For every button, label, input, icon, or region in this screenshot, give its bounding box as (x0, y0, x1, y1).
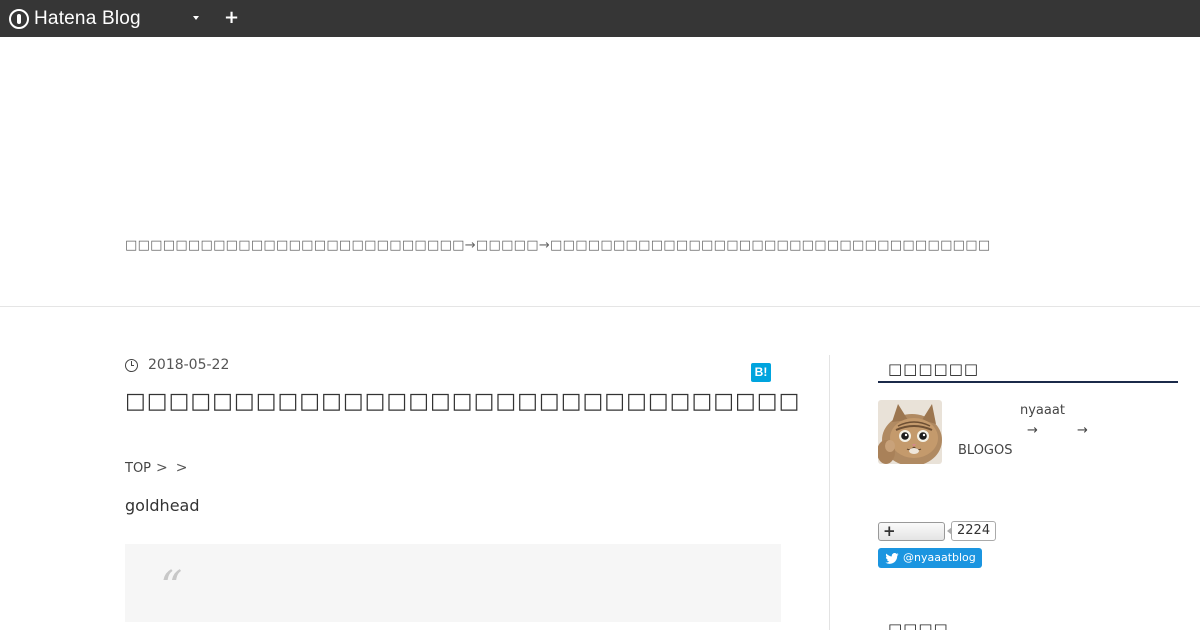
breadcrumb-top-link[interactable]: TOP (125, 461, 151, 476)
entry-date-text: 2018-05-22 (148, 357, 230, 373)
sidebar-heading-text: □□□□□□ (888, 360, 980, 378)
plus-icon[interactable]: + (224, 9, 239, 27)
twitter-bird-icon (885, 552, 899, 564)
clock-icon (125, 358, 138, 372)
breadcrumb-separator: > (156, 460, 168, 476)
plus-icon: + (883, 522, 896, 540)
profile-arrow: → (1077, 423, 1088, 438)
entry-body-text: goldhead (125, 496, 200, 515)
entry-title[interactable]: □□□□□□□□□□□□□□□□□□□□□□□□□□□□□□□ (125, 389, 800, 414)
entry-date[interactable]: 2018-05-22 (125, 357, 229, 373)
blockquote: “ (125, 544, 781, 622)
hatena-bookmark-button[interactable]: B! (751, 363, 771, 382)
column-divider (829, 355, 830, 630)
hatena-blog-logo[interactable]: Hatena Blog (9, 7, 141, 31)
profile-arrow: → (1027, 423, 1038, 438)
hatena-logo-icon (9, 9, 29, 29)
logo-text: Hatena Blog (34, 8, 141, 29)
twitter-handle: @nyaaatblog (903, 551, 976, 564)
header-divider (0, 306, 1200, 307)
global-header-bar: Hatena Blog + (0, 0, 1200, 37)
cat-avatar-image (878, 400, 942, 464)
subscribe-reader-button[interactable]: + (878, 522, 945, 541)
sidebar-second-heading: □□□□ (888, 620, 949, 630)
quote-icon: “ (160, 562, 183, 613)
chevron-down-icon[interactable] (193, 16, 199, 20)
breadcrumb: TOP > > (125, 460, 187, 476)
reader-count-badge: 2224 (946, 521, 997, 541)
profile-name-link[interactable]: nyaaat (1020, 403, 1065, 418)
profile-blogos-text: BLOGOS (958, 443, 1013, 458)
twitter-follow-button[interactable]: @nyaaatblog (878, 548, 982, 568)
blog-description: □□□□□□□□□□□□□□□□□□□□□□□□□□□→□□□□□→□□□□□□… (125, 238, 991, 253)
breadcrumb-separator: > (175, 460, 188, 476)
sidebar-profile-heading: □□□□□□ (878, 358, 1178, 383)
avatar[interactable] (878, 400, 942, 464)
